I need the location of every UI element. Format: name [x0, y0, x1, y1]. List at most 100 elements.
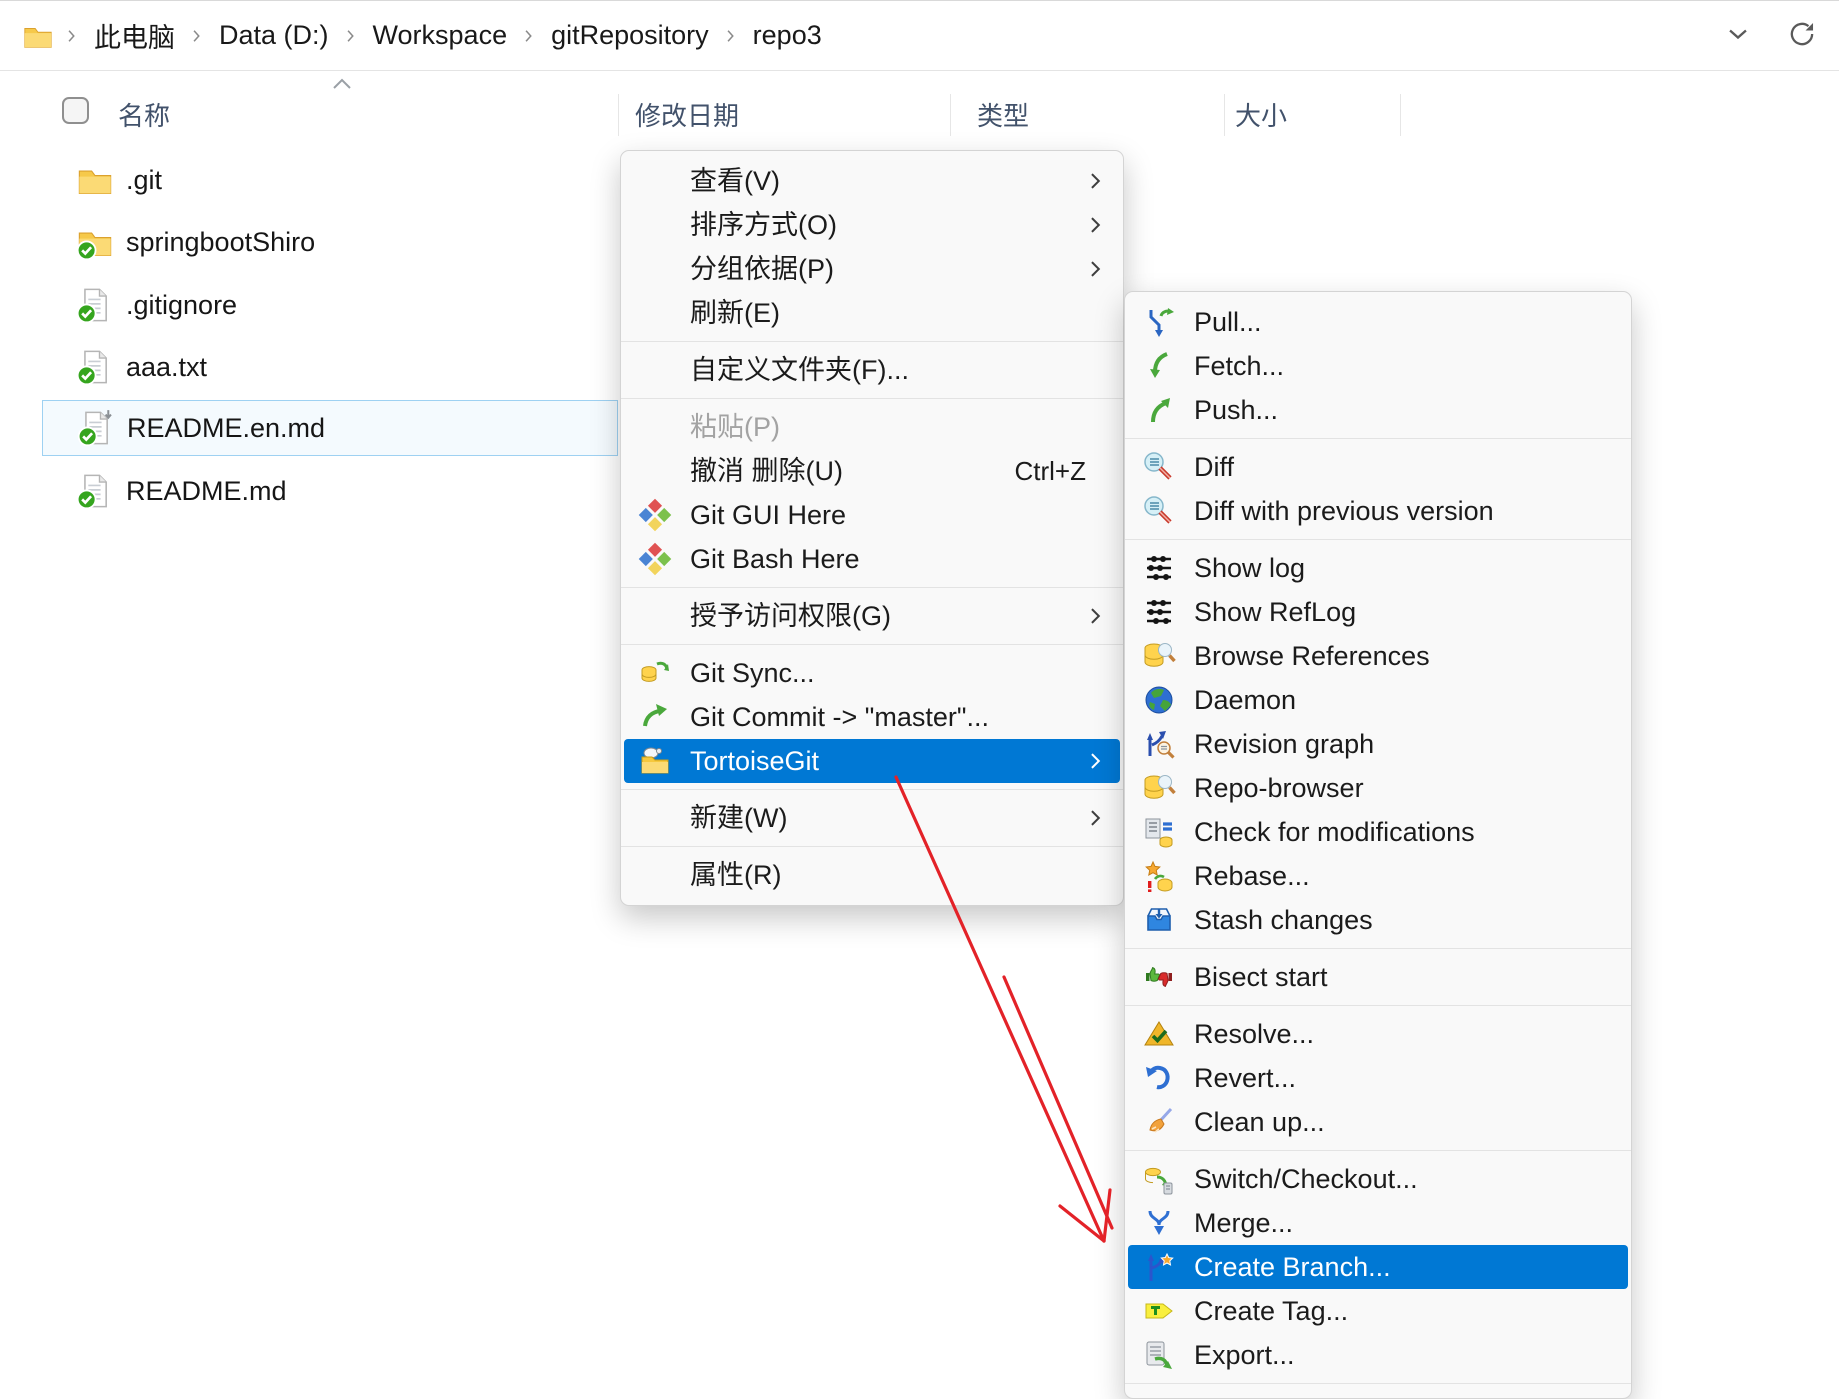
menu-item-tortoisegit[interactable]: TortoiseGit: [624, 739, 1120, 783]
submenu-item-export[interactable]: Export...: [1128, 1333, 1628, 1377]
breadcrumb-chevron-icon: [519, 26, 539, 46]
icon-spacer: [637, 857, 673, 893]
submenu-item-create-branch[interactable]: Create Branch...: [1128, 1245, 1628, 1289]
menu-item-label: Create Tag...: [1194, 1298, 1348, 1325]
icon-spacer: [637, 163, 673, 199]
column-header-size[interactable]: 大小: [1235, 96, 1287, 133]
select-all-checkbox[interactable]: [62, 97, 89, 124]
submenu-item-pull[interactable]: Pull...: [1128, 300, 1628, 344]
submenu-item-show-log[interactable]: Show log: [1128, 546, 1628, 590]
menu-item-label: Show RefLog: [1194, 599, 1356, 626]
menu-separator: [621, 587, 1123, 588]
submenu-item-browse-references[interactable]: Browse References: [1128, 634, 1628, 678]
file-name: springbootShiro: [126, 227, 315, 258]
menu-separator: [621, 846, 1123, 847]
icon-spacer: [637, 453, 673, 489]
file-row[interactable]: springbootShiro: [42, 211, 618, 273]
menu-separator: [1125, 539, 1631, 540]
submenu-item-fetch[interactable]: Fetch...: [1128, 344, 1628, 388]
menu-item-label: Revert...: [1194, 1065, 1296, 1092]
diff-icon: [1141, 449, 1177, 485]
menu-item-group-by[interactable]: 分组依据(P): [624, 247, 1120, 291]
file-icon: [76, 286, 114, 324]
submenu-item-merge[interactable]: Merge...: [1128, 1201, 1628, 1245]
context-menu: 查看(V) 排序方式(O) 分组依据(P)刷新(E) 自定义文件夹(F)... 粘贴(P…: [620, 150, 1124, 906]
menu-item-label: Push...: [1194, 397, 1278, 424]
menu-item-label: 查看(V): [690, 168, 780, 195]
chevron-right-icon: [1082, 168, 1108, 194]
file-row[interactable]: aaa.txt: [42, 336, 618, 398]
file-name: README.md: [126, 476, 287, 507]
chevron-down-icon[interactable]: [1723, 19, 1753, 54]
menu-item-refresh[interactable]: 刷新(E): [624, 291, 1120, 335]
submenu-item-stash-changes[interactable]: Stash changes: [1128, 898, 1628, 942]
merge-icon: [1141, 1205, 1177, 1241]
menu-item-label: Revision graph: [1194, 731, 1374, 758]
menu-item-label: Git Commit -> "master"...: [690, 704, 989, 731]
menu-item-git-sync[interactable]: Git Sync...: [624, 651, 1120, 695]
submenu-item-show-reflog[interactable]: Show RefLog: [1128, 590, 1628, 634]
show-log-icon: [1141, 550, 1177, 586]
column-header-date[interactable]: 修改日期: [635, 96, 739, 133]
submenu-item-switch-checkout[interactable]: Switch/Checkout...: [1128, 1157, 1628, 1201]
menu-item-sort-by[interactable]: 排序方式(O): [624, 203, 1120, 247]
file-row[interactable]: README.en.md: [42, 400, 618, 456]
breadcrumb-item[interactable]: 此电脑: [86, 12, 183, 59]
menu-item-git-commit[interactable]: Git Commit -> "master"...: [624, 695, 1120, 739]
refresh-icon[interactable]: [1787, 19, 1817, 54]
menu-item-label: 排序方式(O): [690, 212, 837, 239]
submenu-item-resolve[interactable]: Resolve...: [1128, 1012, 1628, 1056]
breadcrumb-item[interactable]: Workspace: [365, 16, 516, 55]
revision-graph-icon: [1141, 726, 1177, 762]
switch-icon: [1141, 1161, 1177, 1197]
submenu-item-rebase[interactable]: Rebase...: [1128, 854, 1628, 898]
breadcrumb-chevron-icon: [187, 26, 207, 46]
menu-item-undo-delete[interactable]: 撤消 删除(U)Ctrl+Z: [624, 449, 1120, 493]
breadcrumb-item[interactable]: gitRepository: [543, 16, 717, 55]
file-row[interactable]: .git: [42, 149, 618, 211]
column-header-name[interactable]: 名称: [118, 96, 170, 133]
breadcrumb-item[interactable]: Data (D:): [211, 16, 337, 55]
menu-item-label: Repo-browser: [1194, 775, 1364, 802]
submenu-item-revert[interactable]: Revert...: [1128, 1056, 1628, 1100]
menu-item-git-bash-here[interactable]: Git Bash Here: [624, 537, 1120, 581]
check-modifications-icon: [1141, 814, 1177, 850]
menu-separator: [621, 398, 1123, 399]
column-header-type[interactable]: 类型: [977, 96, 1029, 133]
git-icon: [637, 541, 673, 577]
submenu-item-check-modifications[interactable]: Check for modifications: [1128, 810, 1628, 854]
chevron-right-icon: [1082, 212, 1108, 238]
menu-item-give-access[interactable]: 授予访问权限(G): [624, 594, 1120, 638]
column-divider: [1400, 94, 1401, 136]
file-icon: [76, 348, 114, 386]
sort-ascending-icon: [330, 76, 354, 96]
menu-item-label: Check for modifications: [1194, 819, 1475, 846]
submenu-item-push[interactable]: Push...: [1128, 388, 1628, 432]
submenu-item-diff-previous[interactable]: Diff with previous version: [1128, 489, 1628, 533]
submenu-item-bisect-start[interactable]: Bisect start: [1128, 955, 1628, 999]
menu-item-view[interactable]: 查看(V): [624, 159, 1120, 203]
file-name: .gitignore: [126, 290, 237, 321]
menu-item-label: Resolve...: [1194, 1021, 1314, 1048]
file-row[interactable]: .gitignore: [42, 274, 618, 336]
menu-item-properties[interactable]: 属性(R): [624, 853, 1120, 897]
menu-item-new[interactable]: 新建(W): [624, 796, 1120, 840]
fetch-icon: [1141, 348, 1177, 384]
breadcrumb-item[interactable]: repo3: [745, 16, 830, 55]
submenu-item-revision-graph[interactable]: Revision graph: [1128, 722, 1628, 766]
menu-item-label: Git Sync...: [690, 660, 815, 687]
submenu-item-diff[interactable]: Diff: [1128, 445, 1628, 489]
pull-icon: [1141, 304, 1177, 340]
menu-item-git-gui-here[interactable]: Git GUI Here: [624, 493, 1120, 537]
menu-item-label: 自定义文件夹(F)...: [690, 357, 909, 384]
submenu-item-clean-up[interactable]: Clean up...: [1128, 1100, 1628, 1144]
menu-item-paste[interactable]: 粘贴(P): [624, 405, 1120, 449]
menu-item-customize-folder[interactable]: 自定义文件夹(F)...: [624, 348, 1120, 392]
export-icon: [1141, 1337, 1177, 1373]
submenu-item-daemon[interactable]: Daemon: [1128, 678, 1628, 722]
menu-item-label: Rebase...: [1194, 863, 1310, 890]
submenu-item-create-tag[interactable]: Create Tag...: [1128, 1289, 1628, 1333]
file-row[interactable]: README.md: [42, 460, 618, 522]
submenu-item-repo-browser[interactable]: Repo-browser: [1128, 766, 1628, 810]
breadcrumb: 此电脑 Data (D:) Workspace gitRepository repo3: [22, 12, 830, 59]
